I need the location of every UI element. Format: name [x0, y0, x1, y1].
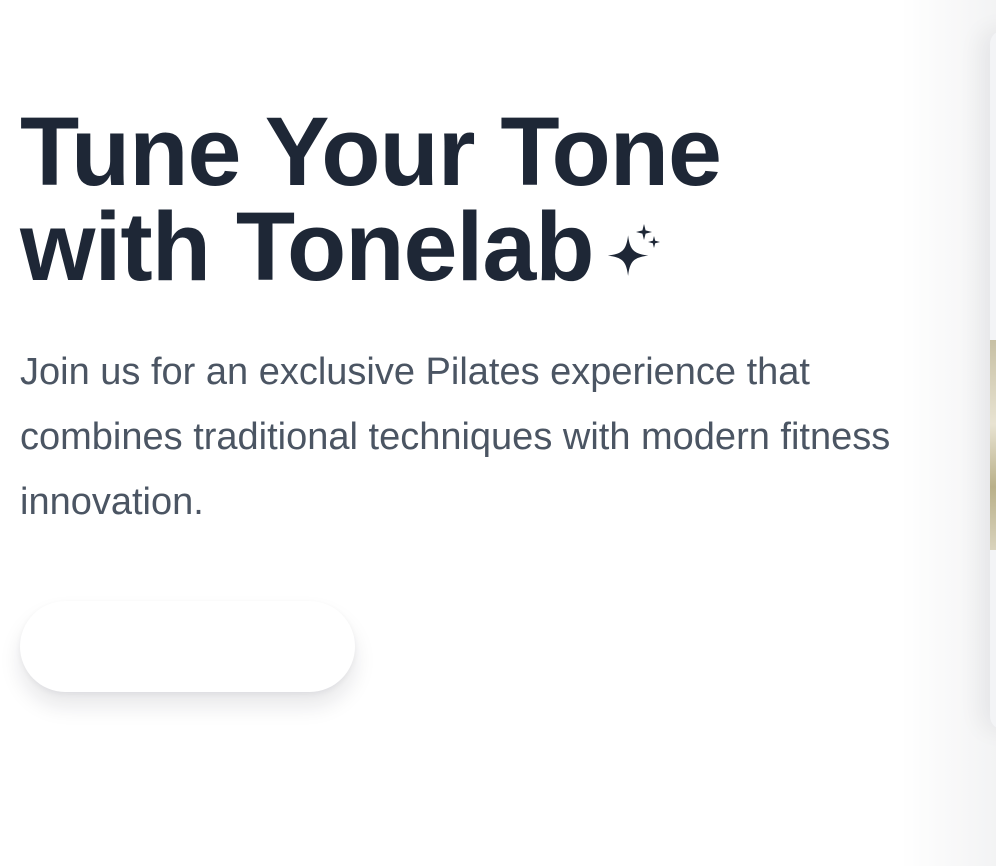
hero-image-card	[990, 30, 996, 730]
image-card-shadow	[900, 0, 996, 866]
hero-title-line-1: Tune Your Tone	[20, 97, 722, 206]
sparkle-icon	[602, 201, 664, 276]
hero-photo	[990, 340, 996, 550]
cta-button[interactable]	[20, 601, 355, 692]
hero-title-line-2-wrapper: with Tonelab	[20, 198, 920, 295]
hero-description: Join us for an exclusive Pilates experie…	[20, 351, 891, 523]
hero-title: Tune Your Tone with Tonelab	[20, 97, 920, 295]
hero-title-line-2: with Tonelab	[20, 192, 595, 301]
hero-section: Tune Your Tone with Tonelab Join us for …	[20, 97, 920, 535]
